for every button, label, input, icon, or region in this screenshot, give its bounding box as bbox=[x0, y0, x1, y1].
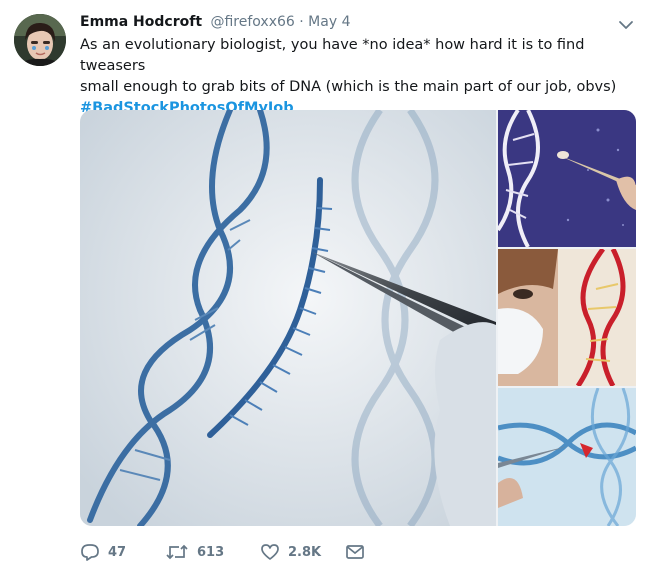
tweet-date[interactable]: May 4 bbox=[308, 14, 350, 30]
retweet-button[interactable]: 613 bbox=[165, 543, 260, 561]
media-grid bbox=[80, 110, 636, 526]
heart-icon bbox=[261, 544, 279, 560]
tweet-text: As an evolutionary biologist, you have *… bbox=[80, 35, 635, 119]
author-handle[interactable]: @firefoxx66 bbox=[210, 14, 294, 30]
avatar[interactable] bbox=[14, 14, 66, 66]
tweet-actions: 47 613 2.8K bbox=[80, 540, 373, 564]
tweet-text-line: As an evolutionary biologist, you have *… bbox=[80, 37, 585, 74]
reply-count: 47 bbox=[108, 544, 127, 560]
direct-message-button[interactable] bbox=[345, 544, 373, 560]
retweet-count: 613 bbox=[197, 544, 225, 560]
reply-icon bbox=[81, 544, 99, 561]
media-image-main[interactable] bbox=[80, 110, 496, 526]
reply-button[interactable]: 47 bbox=[80, 543, 165, 561]
like-count: 2.8K bbox=[288, 544, 322, 560]
media-image-4[interactable] bbox=[498, 388, 636, 526]
tweet: Emma Hodcroft @firefoxx66 · May 4 As an … bbox=[0, 0, 650, 581]
like-button[interactable]: 2.8K bbox=[260, 543, 345, 561]
separator-dot: · bbox=[299, 14, 304, 30]
tweet-header: Emma Hodcroft @firefoxx66 · May 4 bbox=[80, 13, 350, 32]
retweet-icon bbox=[166, 544, 188, 560]
chevron-down-icon[interactable] bbox=[618, 16, 634, 29]
media-image-2[interactable] bbox=[498, 110, 636, 247]
media-image-3[interactable] bbox=[498, 249, 636, 386]
tweet-text-line: small enough to grab bits of DNA (which … bbox=[80, 79, 617, 95]
author-name[interactable]: Emma Hodcroft bbox=[80, 14, 202, 30]
mail-icon bbox=[346, 545, 364, 559]
